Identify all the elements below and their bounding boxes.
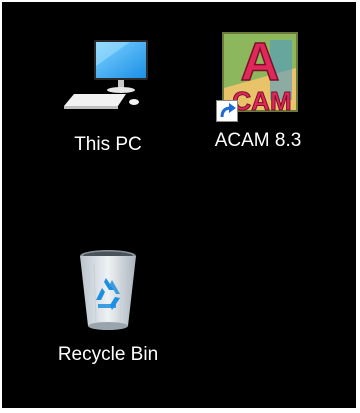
svg-text:CAM: CAM <box>232 86 291 116</box>
this-pc-label: This PC <box>74 134 142 155</box>
acam-desktop-icon[interactable]: A CAM ACAM 8.3 <box>198 28 318 168</box>
desktop[interactable]: This PC A CAM ACAM 8.3 Recycle Bin <box>2 2 356 408</box>
computer-icon <box>60 32 156 128</box>
svg-text:A: A <box>241 32 280 92</box>
this-pc-desktop-icon[interactable]: This PC <box>48 32 168 172</box>
acam-label: ACAM 8.3 <box>214 130 302 151</box>
recycle-bin-icon <box>60 242 156 338</box>
recycle-bin-desktop-icon[interactable]: Recycle Bin <box>48 242 168 382</box>
acam-app-icon: A CAM <box>210 28 306 124</box>
shortcut-arrow-icon <box>216 100 238 122</box>
recycle-bin-label: Recycle Bin <box>57 344 159 365</box>
